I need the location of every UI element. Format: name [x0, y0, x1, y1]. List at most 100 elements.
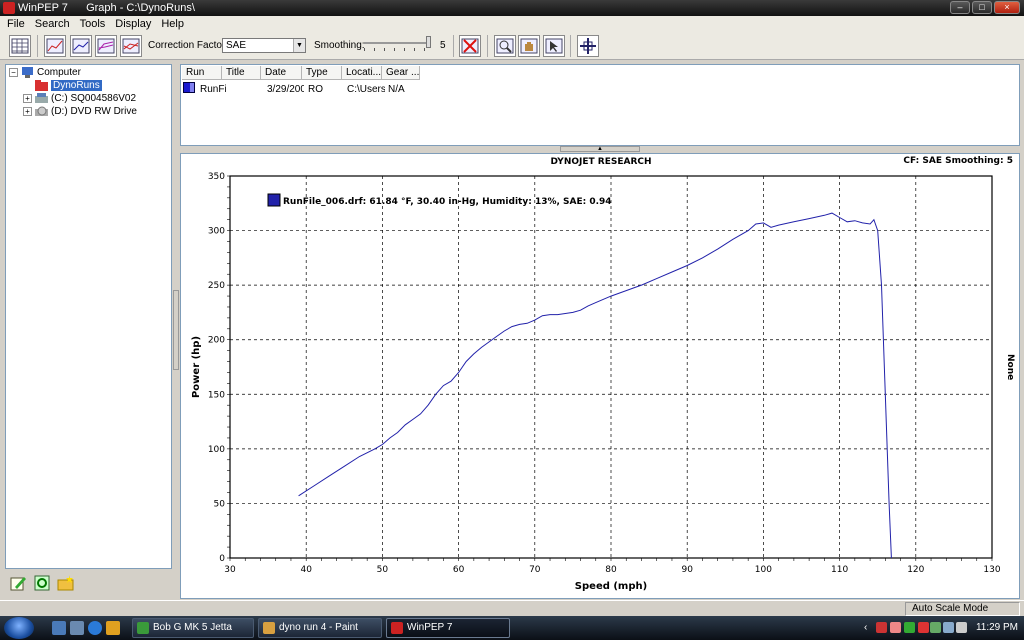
- smoothing-slider-thumb[interactable]: [426, 36, 431, 48]
- correction-factor-value: SAE: [226, 40, 247, 51]
- menu-search[interactable]: Search: [30, 16, 75, 32]
- legend-text: RunFile_006.drf: 61.84 °F, 30.40 in-Hg, …: [283, 197, 612, 207]
- hard-drive-icon: [35, 93, 48, 103]
- line-graph-icon[interactable]: [70, 35, 92, 57]
- crosshair-icon[interactable]: [577, 35, 599, 57]
- correction-factor-select[interactable]: SAE ▼: [222, 38, 306, 53]
- document-title: Graph - C:\DynoRuns\: [86, 2, 195, 14]
- multi-graph-icon[interactable]: [120, 35, 142, 57]
- tree-item-dynoruns-label: DynoRuns: [51, 80, 102, 91]
- media-player-icon[interactable]: [106, 621, 120, 635]
- folder-icon: [137, 622, 149, 634]
- taskbar-item-label: Bob G MK 5 Jetta: [153, 622, 232, 633]
- y-tick-label: 250: [208, 281, 225, 291]
- x-tick-label: 40: [300, 565, 312, 575]
- paint-icon: [263, 622, 275, 634]
- runs-table: Run Title Date Type Locati... Gear ... R…: [180, 64, 1020, 146]
- edit-notes-icon[interactable]: [9, 574, 27, 592]
- scale-mode-status: Auto Scale Mode: [905, 602, 1020, 616]
- volume-icon[interactable]: [956, 622, 967, 633]
- x-tick-label: 80: [605, 565, 617, 575]
- column-header-location[interactable]: Locati...: [342, 66, 382, 80]
- smoothing-value: 5: [440, 40, 446, 51]
- close-button[interactable]: ×: [994, 1, 1020, 14]
- tray-app-icon[interactable]: [876, 622, 887, 633]
- x-tick-label: 70: [529, 565, 541, 575]
- expand-icon[interactable]: +: [23, 107, 32, 116]
- x-tick-label: 110: [831, 565, 848, 575]
- power-chart[interactable]: 30 40 50 60 70 80 90 100 110 120 130 0 50 100 150 200 25…: [181, 154, 1021, 600]
- x-axis-label: Speed (mph): [575, 581, 647, 592]
- tree-item-dynoruns[interactable]: DynoRuns: [51, 79, 102, 92]
- cursor-icon[interactable]: [543, 35, 565, 57]
- tray-app-icon[interactable]: [904, 622, 915, 633]
- new-folder-icon[interactable]: [57, 574, 75, 592]
- column-header-gear[interactable]: Gear ...: [382, 66, 420, 80]
- chevron-down-icon[interactable]: ▼: [293, 39, 305, 52]
- correction-factor-label: Correction Factor:: [148, 40, 229, 51]
- column-header-date[interactable]: Date: [261, 66, 302, 80]
- taskbar-item-winpep[interactable]: WinPEP 7: [386, 618, 510, 638]
- chart-ticks: 30 40 50 60 70 80 90 100 110 120 130 0 50 100 150 200 25…: [208, 172, 1001, 575]
- taskbar-item-label: dyno run 4 - Paint: [279, 622, 358, 633]
- column-header-type[interactable]: Type: [302, 66, 342, 80]
- zoom-icon[interactable]: [494, 35, 516, 57]
- menu-help[interactable]: Help: [156, 16, 189, 32]
- clear-graph-icon[interactable]: [459, 35, 481, 57]
- folder-icon: [35, 80, 48, 91]
- tree-item-computer[interactable]: Computer: [37, 66, 81, 79]
- horizontal-splitter[interactable]: ▲: [560, 146, 640, 152]
- tree-item-d-drive[interactable]: (D:) DVD RW Drive: [51, 105, 137, 118]
- column-header-run[interactable]: Run: [182, 66, 222, 80]
- show-desktop-icon[interactable]: [52, 621, 66, 635]
- cell-gear: N/A: [388, 84, 405, 95]
- cell-type: RO: [308, 84, 323, 95]
- start-button[interactable]: [4, 617, 34, 639]
- switch-windows-icon[interactable]: [70, 621, 84, 635]
- y-axis-label: Power (hp): [191, 336, 202, 398]
- expand-icon[interactable]: +: [23, 94, 32, 103]
- smoothing-slider[interactable]: [362, 36, 434, 54]
- legend-swatch: [267, 193, 281, 207]
- clock[interactable]: 11:29 PM: [976, 616, 1018, 640]
- taskbar-item-jetta[interactable]: Bob G MK 5 Jetta: [132, 618, 254, 638]
- menu-tools[interactable]: Tools: [75, 16, 111, 32]
- dvd-drive-icon: [35, 106, 48, 116]
- monitor-icon[interactable]: [943, 622, 954, 633]
- y-tick-label: 150: [208, 390, 225, 400]
- bar-graph-icon[interactable]: [44, 35, 66, 57]
- tray-app-icon[interactable]: [918, 622, 929, 633]
- y-tick-label: 50: [214, 499, 226, 509]
- maximize-button[interactable]: □: [972, 1, 992, 14]
- cell-date: 3/29/200: [267, 84, 304, 95]
- title-bar: WinPEP 7 Graph - C:\DynoRuns\ – □ ×: [0, 0, 1024, 16]
- folder-tree: − Computer DynoRuns + (C:) SQ004586V02 +…: [5, 64, 172, 569]
- tree-item-c-drive[interactable]: (C:) SQ004586V02: [51, 92, 136, 105]
- app-name: WinPEP 7: [18, 2, 68, 14]
- menu-file[interactable]: File: [2, 16, 30, 32]
- x-tick-label: 30: [224, 565, 236, 575]
- internet-explorer-icon[interactable]: [88, 621, 102, 635]
- table-view-icon[interactable]: [9, 35, 31, 57]
- x-tick-label: 60: [453, 565, 465, 575]
- graph-panel: DYNOJET RESEARCH CF: SAE Smoothing: 5 No…: [180, 153, 1020, 599]
- network-icon[interactable]: [930, 622, 941, 633]
- column-header-title[interactable]: Title: [222, 66, 261, 80]
- tray-expand-icon[interactable]: ‹: [864, 622, 875, 633]
- smoothing-label: Smoothing:: [314, 40, 365, 51]
- menu-display[interactable]: Display: [110, 16, 156, 32]
- vertical-splitter[interactable]: [173, 290, 179, 370]
- collapse-icon[interactable]: −: [9, 68, 18, 77]
- tray-app-icon[interactable]: [890, 622, 901, 633]
- pan-hand-icon[interactable]: [518, 35, 540, 57]
- taskbar-item-label: WinPEP 7: [407, 622, 453, 633]
- refresh-icon[interactable]: [33, 574, 51, 592]
- overlay-graph-icon[interactable]: [95, 35, 117, 57]
- bottom-tool-panel: [5, 570, 172, 598]
- taskbar-item-paint[interactable]: dyno run 4 - Paint: [258, 618, 382, 638]
- x-tick-label: 130: [983, 565, 1000, 575]
- cell-location: C:\Users': [347, 84, 385, 95]
- run-color-swatch[interactable]: [183, 82, 195, 93]
- cell-title: [222, 83, 261, 96]
- minimize-button[interactable]: –: [950, 1, 970, 14]
